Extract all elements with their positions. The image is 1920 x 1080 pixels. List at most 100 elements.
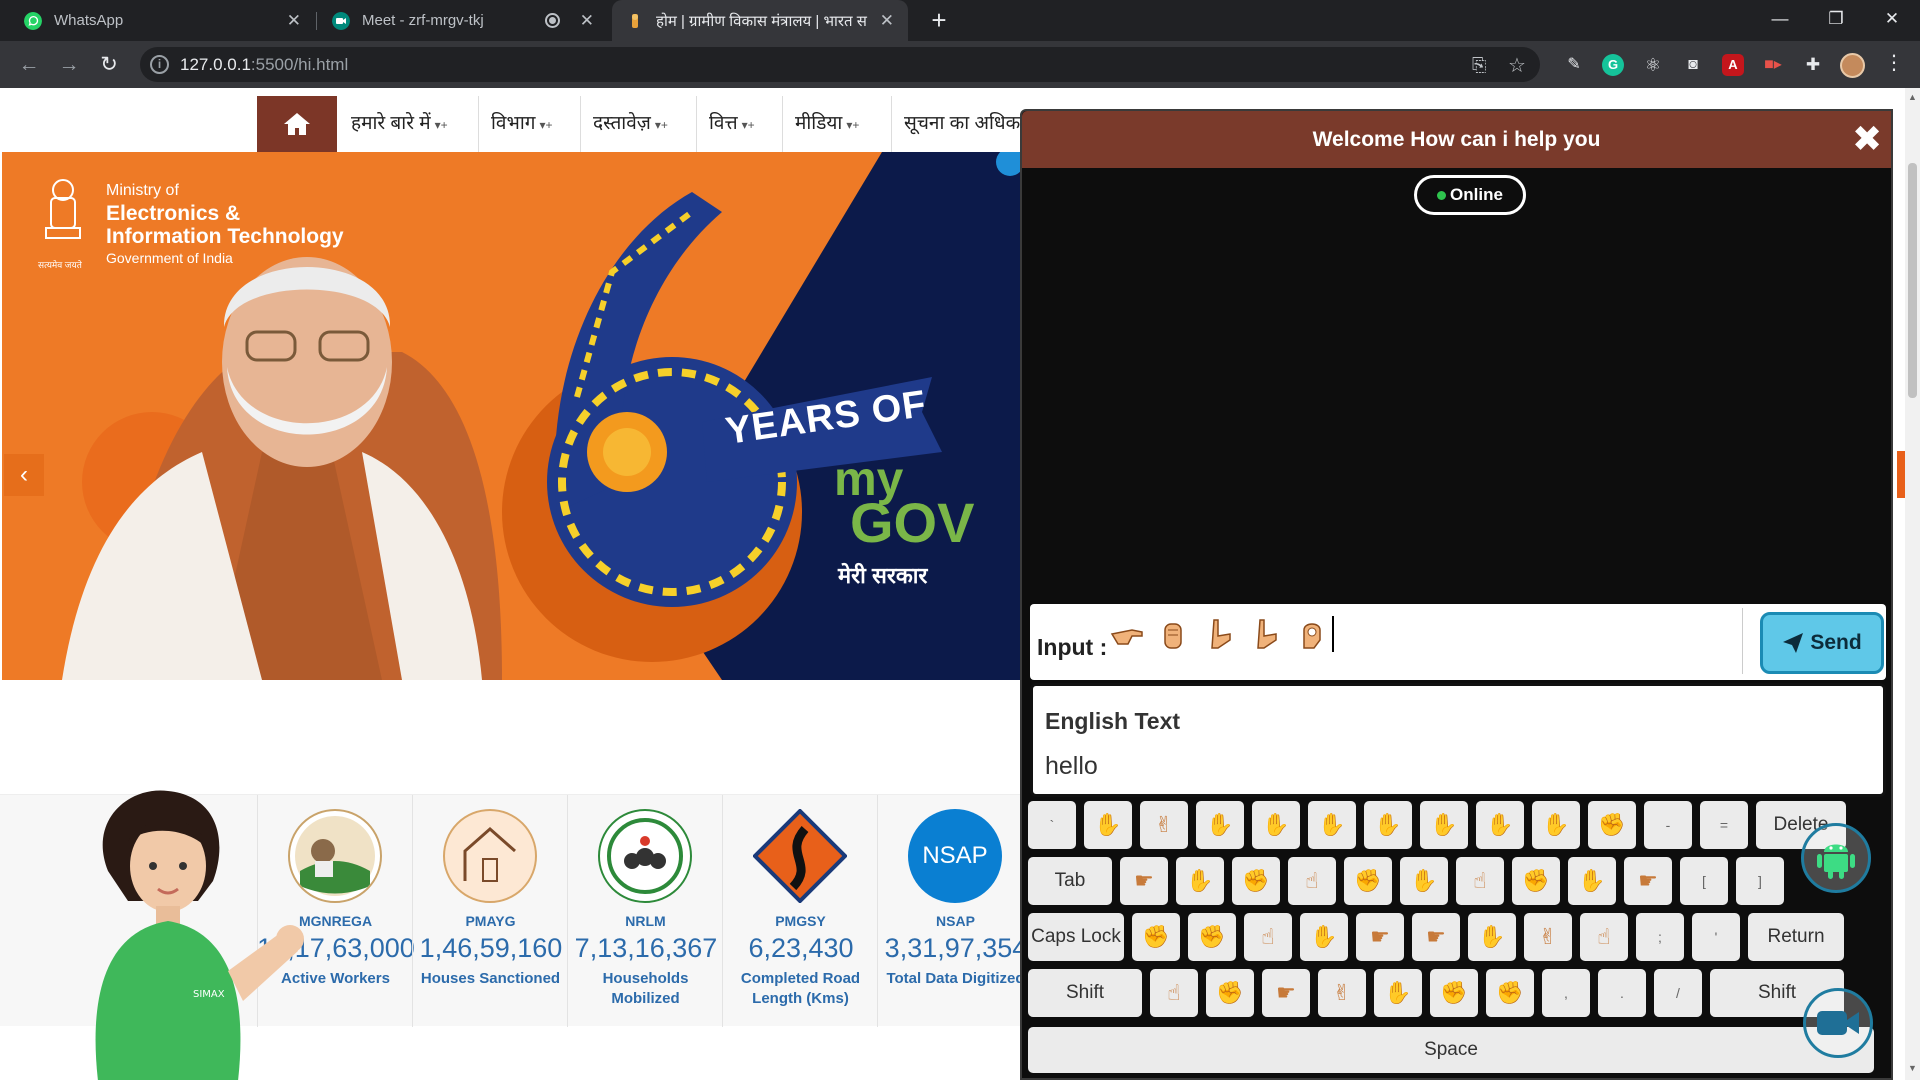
key-8[interactable]: ✋ <box>1476 801 1524 849</box>
menu-item-department[interactable]: विभाग ▾+ <box>491 96 553 152</box>
key-0[interactable]: ✊ <box>1588 801 1636 849</box>
key-backtick[interactable]: ` <box>1028 801 1076 849</box>
key-3[interactable]: ✋ <box>1196 801 1244 849</box>
video-call-button[interactable] <box>1803 988 1873 1058</box>
tab-rural-development[interactable]: होम | ग्रामीण विकास मंत्रालय | भारत स ✕ <box>612 0 908 41</box>
key-s[interactable]: ✊ <box>1188 913 1236 961</box>
key-return[interactable]: Return <box>1748 913 1844 961</box>
key-shift-left[interactable]: Shift <box>1028 969 1142 1017</box>
key-v[interactable]: ✌ <box>1318 969 1366 1017</box>
page-scrollbar[interactable]: ▲ ▼ <box>1905 88 1920 1080</box>
minimize-button[interactable]: — <box>1752 0 1808 41</box>
key-m[interactable]: ✊ <box>1486 969 1534 1017</box>
pen-extension-icon[interactable]: ✎ <box>1563 54 1585 76</box>
key-l[interactable]: ☝ <box>1580 913 1628 961</box>
address-bar[interactable]: i 127.0.0.1:5500/hi.html ⎘ ☆ <box>140 47 1540 82</box>
key-u[interactable]: ☝ <box>1456 857 1504 905</box>
key-space[interactable]: Space <box>1028 1027 1874 1073</box>
key-6[interactable]: ✋ <box>1364 801 1412 849</box>
bookmark-star-icon[interactable]: ☆ <box>1508 53 1526 78</box>
key-n[interactable]: ✊ <box>1430 969 1478 1017</box>
key-close-bracket[interactable]: ] <box>1736 857 1784 905</box>
restore-button[interactable]: ❐ <box>1808 0 1864 41</box>
sign-input-field[interactable]: Input : Send <box>1030 604 1886 680</box>
menu-item-about[interactable]: हमारे बारे में ▾+ <box>351 96 448 152</box>
key-equals[interactable]: = <box>1700 801 1748 849</box>
pdf-extension-icon[interactable]: A <box>1722 54 1744 76</box>
key-comma[interactable]: , <box>1542 969 1590 1017</box>
carousel-prev-button[interactable]: ‹ <box>4 454 44 496</box>
sign-assistant-avatar[interactable]: SIMAX <box>68 781 318 1080</box>
key-semicolon[interactable]: ; <box>1636 913 1684 961</box>
stat-nrlm[interactable]: NRLM 7,13,16,367 Households Mobilized <box>567 795 722 1027</box>
tab-whatsapp[interactable]: WhatsApp ✕ <box>10 0 315 41</box>
key-w[interactable]: ✋ <box>1176 857 1224 905</box>
key-y[interactable]: ✋ <box>1400 857 1448 905</box>
key-d[interactable]: ☝ <box>1244 913 1292 961</box>
key-c[interactable]: ☛ <box>1262 969 1310 1017</box>
menu-item-media[interactable]: मीडिया ▾+ <box>795 96 859 152</box>
key-j[interactable]: ✋ <box>1468 913 1516 961</box>
menu-item-finance[interactable]: वित्त ▾+ <box>709 96 755 152</box>
tab-meet[interactable]: Meet - zrf-mrgv-tkj ✕ <box>318 0 608 41</box>
menu-item-rti[interactable]: सूचना का अधिकार <box>904 96 1033 152</box>
key-9[interactable]: ✋ <box>1532 801 1580 849</box>
android-app-button[interactable] <box>1801 823 1871 893</box>
translate-icon[interactable]: ⎘ <box>1472 55 1486 76</box>
extensions-puzzle-icon[interactable]: ✚ <box>1802 54 1824 76</box>
key-period[interactable]: . <box>1598 969 1646 1017</box>
stat-pmayg[interactable]: PMAYG 1,46,59,160 Houses Sanctioned <box>412 795 567 1027</box>
close-tab-icon[interactable]: ✕ <box>880 11 894 31</box>
key-p[interactable]: ☛ <box>1624 857 1672 905</box>
react-devtools-icon[interactable]: ⚛ <box>1642 54 1664 76</box>
key-z[interactable]: ☝ <box>1150 969 1198 1017</box>
key-f[interactable]: ✋ <box>1300 913 1348 961</box>
screen-record-icon[interactable]: ■▸ <box>1762 54 1784 76</box>
key-h[interactable]: ☛ <box>1412 913 1460 961</box>
menu-item-documents[interactable]: दस्तावेज़ ▾+ <box>593 96 668 152</box>
back-icon[interactable]: ← <box>14 50 44 80</box>
send-button[interactable]: Send <box>1760 612 1884 674</box>
camera-extension-icon[interactable]: ◙ <box>1682 54 1704 76</box>
key-2[interactable]: ✌ <box>1140 801 1188 849</box>
forward-icon[interactable]: → <box>54 50 84 80</box>
key-r[interactable]: ☝ <box>1288 857 1336 905</box>
grammarly-icon[interactable]: G <box>1602 54 1624 76</box>
home-button[interactable] <box>257 96 337 152</box>
key-slash[interactable]: / <box>1654 969 1702 1017</box>
key-t[interactable]: ✊ <box>1344 857 1392 905</box>
reload-icon[interactable]: ↻ <box>94 50 124 80</box>
key-i[interactable]: ✊ <box>1512 857 1560 905</box>
scroll-down-icon[interactable]: ▼ <box>1908 1063 1917 1073</box>
close-tab-icon[interactable]: ✕ <box>580 11 594 31</box>
key-1[interactable]: ✋ <box>1084 801 1132 849</box>
browser-menu-icon[interactable]: ⋮ <box>1884 50 1904 75</box>
scroll-thumb[interactable] <box>1908 163 1917 398</box>
close-window-button[interactable]: ✕ <box>1864 0 1920 41</box>
site-info-icon[interactable]: i <box>150 55 169 74</box>
key-b[interactable]: ✋ <box>1374 969 1422 1017</box>
key-x[interactable]: ✊ <box>1206 969 1254 1017</box>
profile-avatar[interactable] <box>1840 53 1865 78</box>
url-text[interactable]: 127.0.0.1:5500/hi.html <box>180 55 348 75</box>
key-o[interactable]: ✋ <box>1568 857 1616 905</box>
new-tab-button[interactable]: + <box>924 5 954 35</box>
key-q[interactable]: ☛ <box>1120 857 1168 905</box>
key-minus[interactable]: - <box>1644 801 1692 849</box>
key-e[interactable]: ✊ <box>1232 857 1280 905</box>
key-caps-lock[interactable]: Caps Lock <box>1028 913 1124 961</box>
key-5[interactable]: ✋ <box>1308 801 1356 849</box>
key-tab[interactable]: Tab <box>1028 857 1112 905</box>
scroll-up-icon[interactable]: ▲ <box>1908 92 1917 102</box>
key-7[interactable]: ✋ <box>1420 801 1468 849</box>
close-icon[interactable]: ✖ <box>1852 121 1882 157</box>
close-tab-icon[interactable]: ✕ <box>287 11 301 31</box>
key-a[interactable]: ✊ <box>1132 913 1180 961</box>
key-quote[interactable]: ' <box>1692 913 1740 961</box>
key-k[interactable]: ✌ <box>1524 913 1572 961</box>
key-g[interactable]: ☛ <box>1356 913 1404 961</box>
key-4[interactable]: ✋ <box>1252 801 1300 849</box>
stat-nsap[interactable]: NSAP NSAP 3,31,97,354 Total Data Digitiz… <box>877 795 1032 1027</box>
key-open-bracket[interactable]: [ <box>1680 857 1728 905</box>
stat-pmgsy[interactable]: PMGSY 6,23,430 Completed Road Length (Km… <box>722 795 877 1027</box>
